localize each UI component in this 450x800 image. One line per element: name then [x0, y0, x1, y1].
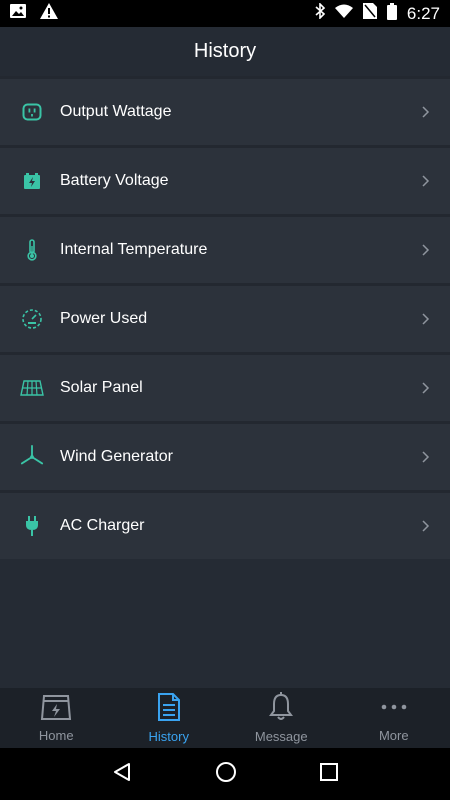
thermometer-icon	[20, 238, 44, 262]
nav-label: More	[378, 728, 409, 743]
list-item-label: Battery Voltage	[60, 172, 169, 189]
list-item-label: Wind Generator	[60, 448, 173, 465]
battery-charge-icon	[20, 169, 44, 193]
outlet-icon	[20, 100, 44, 124]
chevron-right-icon	[420, 105, 430, 119]
wind-turbine-icon	[20, 445, 44, 469]
power-station-icon	[40, 693, 72, 726]
list-item-label: AC Charger	[60, 517, 145, 534]
list-item-label: Solar Panel	[60, 379, 143, 396]
nav-label: History	[148, 729, 189, 744]
warning-icon	[40, 3, 58, 24]
bell-icon	[268, 692, 294, 727]
plug-icon	[20, 514, 44, 538]
chevron-right-icon	[420, 174, 430, 188]
list-item-output-wattage[interactable]: Output Wattage	[0, 76, 450, 145]
chevron-right-icon	[420, 381, 430, 395]
back-icon[interactable]	[112, 762, 132, 787]
chevron-right-icon	[420, 519, 430, 533]
document-icon	[156, 692, 182, 727]
bottom-nav: Home History Message More	[0, 688, 450, 748]
list-item-ac-charger[interactable]: AC Charger	[0, 490, 450, 559]
chevron-right-icon	[420, 450, 430, 464]
status-bar: 6:27	[0, 0, 450, 27]
app-header: History	[0, 27, 450, 76]
history-list: Output Wattage Battery Voltage Internal …	[0, 76, 450, 559]
chevron-right-icon	[420, 243, 430, 257]
list-item-battery-voltage[interactable]: Battery Voltage	[0, 145, 450, 214]
list-item-label: Internal Temperature	[60, 241, 208, 258]
more-icon	[379, 693, 409, 726]
list-item-wind-generator[interactable]: Wind Generator	[0, 421, 450, 490]
image-icon	[10, 4, 26, 23]
nav-item-home[interactable]: Home	[0, 688, 113, 748]
nav-item-message[interactable]: Message	[225, 688, 338, 748]
status-time: 6:27	[406, 3, 440, 23]
nav-label: Message	[254, 729, 308, 744]
list-item-label: Power Used	[60, 310, 148, 327]
chevron-right-icon	[420, 312, 430, 326]
list-item-solar-panel[interactable]: Solar Panel	[0, 352, 450, 421]
list-item-label: Output Wattage	[60, 103, 172, 120]
list-item-power-used[interactable]: Power Used	[0, 283, 450, 352]
nav-label: Home	[38, 728, 74, 743]
bluetooth-icon	[315, 2, 326, 24]
nav-item-more[interactable]: More	[338, 688, 450, 748]
no-sim-icon	[362, 3, 377, 24]
wifi-icon	[334, 4, 353, 23]
recents-icon[interactable]	[320, 762, 339, 786]
list-item-internal-temperature[interactable]: Internal Temperature	[0, 214, 450, 283]
home-circle-icon[interactable]	[215, 761, 237, 788]
nav-item-history[interactable]: History	[113, 688, 226, 748]
page-title: History	[193, 40, 257, 62]
system-nav-bar	[0, 748, 450, 800]
battery-icon	[386, 2, 397, 25]
solar-panel-icon	[20, 376, 44, 400]
gauge-icon	[20, 307, 44, 331]
